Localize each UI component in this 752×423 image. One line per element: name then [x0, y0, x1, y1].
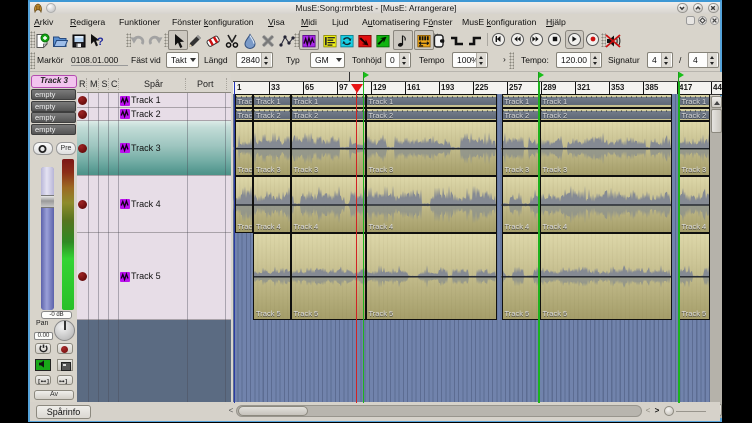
- svg-text:?: ?: [97, 36, 104, 48]
